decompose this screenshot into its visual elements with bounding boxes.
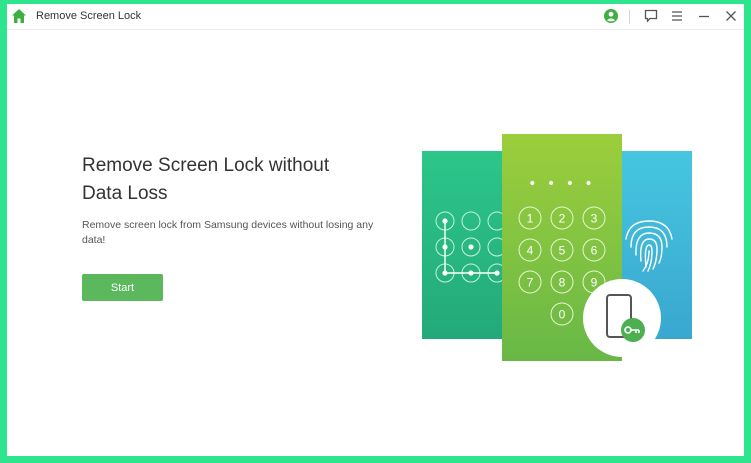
keypad-key-label: 3 xyxy=(591,212,598,226)
close-icon[interactable] xyxy=(723,8,739,24)
keypad-key-label: 4 xyxy=(527,244,534,258)
page-description: Remove screen lock from Samsung devices … xyxy=(82,218,392,248)
keypad-key-label: 6 xyxy=(591,244,598,258)
minimize-icon[interactable] xyxy=(696,8,712,24)
account-icon[interactable] xyxy=(603,8,619,24)
title-bar: Remove Screen Lock xyxy=(7,4,744,30)
screen-lock-illustration: • • • • 1 2 3 4 5 6 7 8 9 0 xyxy=(422,134,692,361)
keypad-key-label: 5 xyxy=(559,244,566,258)
phone-unlock-badge xyxy=(583,279,661,357)
window-title: Remove Screen Lock xyxy=(36,10,142,22)
keypad-key-label: 0 xyxy=(559,308,566,322)
pattern-lock-panel xyxy=(422,151,512,339)
keypad-key-label: 1 xyxy=(527,212,534,226)
pin-dots: • • • • xyxy=(528,176,595,192)
keypad-key-label: 9 xyxy=(591,276,598,290)
home-icon[interactable] xyxy=(11,8,27,24)
app-window: Remove Screen Lock Remove Screen Lock wi… xyxy=(7,4,744,456)
page-title-line-2: Data Loss xyxy=(82,183,168,204)
menu-icon[interactable] xyxy=(669,8,685,24)
page-title: Remove Screen Lock without Data Loss xyxy=(82,152,382,208)
start-button[interactable]: Start xyxy=(82,274,163,301)
keypad-key-label: 8 xyxy=(559,276,566,290)
description-line-2: data! xyxy=(82,234,106,246)
feedback-icon[interactable] xyxy=(643,8,659,24)
titlebar-divider xyxy=(629,10,630,24)
page-title-line-1: Remove Screen Lock without xyxy=(82,155,330,176)
keypad-key-label: 7 xyxy=(527,276,534,290)
keypad-key-label: 2 xyxy=(559,212,566,226)
description-line-1: Remove screen lock from Samsung devices … xyxy=(82,219,374,231)
